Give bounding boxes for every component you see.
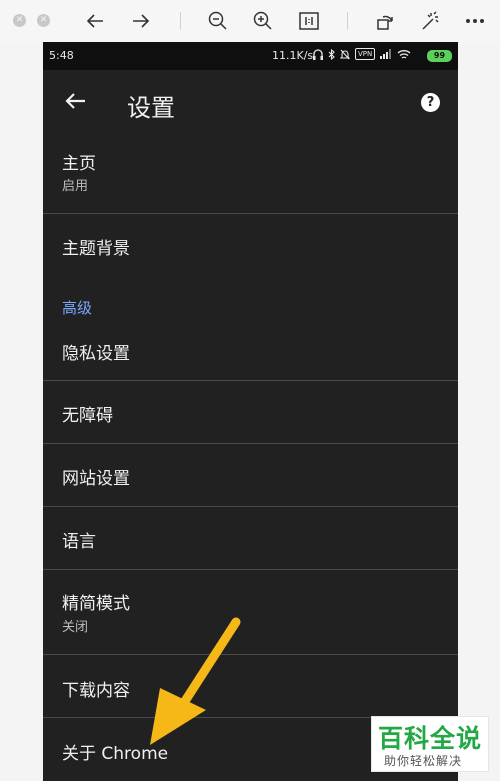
annotation-arrow — [150, 617, 241, 745]
watermark-subtitle: 助你轻松解决 — [384, 754, 463, 768]
watermark-logo: 百科全说 助你轻松解决 — [371, 716, 489, 772]
watermark-title: 百科全说 — [378, 724, 483, 753]
